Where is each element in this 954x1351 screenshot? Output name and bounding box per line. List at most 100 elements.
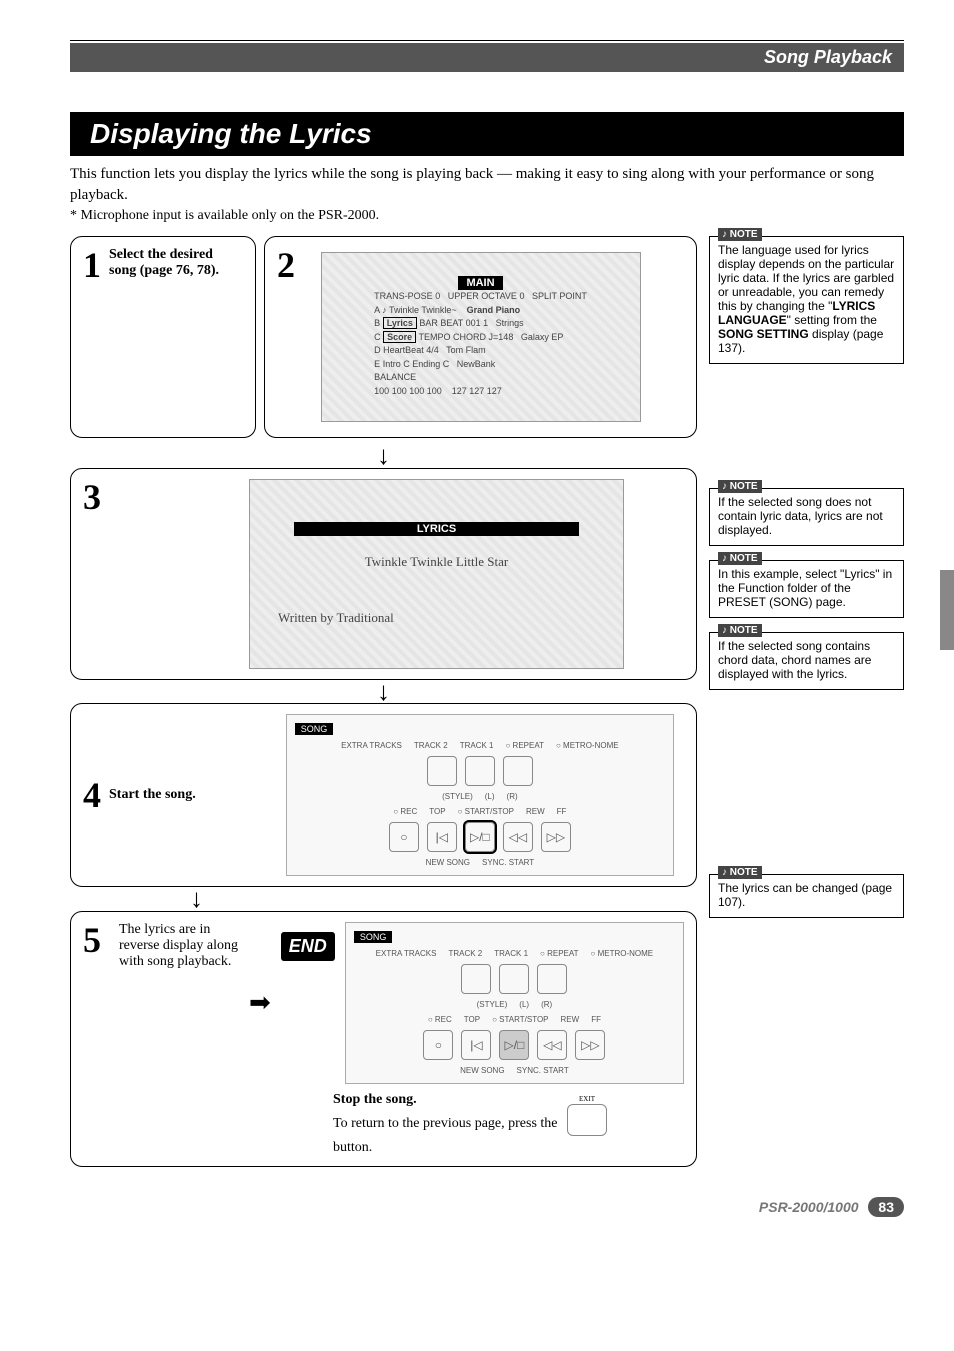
lbl-sync: SYNC. START <box>517 1066 569 1075</box>
lbl-sync: SYNC. START <box>482 858 534 867</box>
note-label: NOTE <box>718 228 762 241</box>
lbl-track1: TRACK 1 <box>460 741 494 750</box>
note-1-text: The language used for lyrics display dep… <box>718 243 894 355</box>
note-label: NOTE <box>718 480 762 493</box>
row-layer: Strings <box>496 318 524 328</box>
step-2: 2 MAIN TRANS-POSE 0 UPPER OCTAVE 0 SPLIT… <box>264 236 697 438</box>
row-lyrics: Lyrics <box>383 317 417 329</box>
lbl-rec: REC <box>400 807 417 816</box>
lbl-extra: EXTRA TRACKS <box>341 741 402 750</box>
top-rule <box>70 40 904 41</box>
mic-note: * Microphone input is available only on … <box>70 208 904 224</box>
song-panel-4: SONG EXTRA TRACKS TRACK 2 TRACK 1 ○ REPE… <box>286 714 674 876</box>
note-2-text: If the selected song does not contain ly… <box>718 495 883 537</box>
song-panel-title: SONG <box>354 931 393 943</box>
note-label: NOTE <box>718 866 762 879</box>
lbl-tempo: TEMPO CHORD <box>419 332 487 342</box>
lbl-transpose: TRANS-POSE <box>374 291 433 301</box>
end-badge: END <box>281 932 335 961</box>
note-5-text: The lyrics can be changed (page 107). <box>718 881 892 909</box>
note-3-text: In this example, select "Lyrics" in the … <box>718 567 892 609</box>
lbl-barbeat: BAR BEAT <box>419 318 463 328</box>
lbl-style: (STYLE) <box>442 792 473 801</box>
note-label: NOTE <box>718 624 762 637</box>
val-bal-right: 127 127 127 <box>452 386 502 396</box>
val-sig2: 4/4 <box>426 345 439 355</box>
lbl-metro: METRO-NOME <box>598 949 654 958</box>
lbl-repeat: REPEAT <box>513 741 544 750</box>
step-4-number: 4 <box>83 777 101 813</box>
note-4-text: If the selected song contains chord data… <box>718 639 871 681</box>
row-style: HeartBeat <box>383 345 424 355</box>
lbl-extra: EXTRA TRACKS <box>376 949 437 958</box>
lbl-style: (STYLE) <box>477 1000 508 1009</box>
step-4-text: Start the song. <box>109 787 196 803</box>
arrow-down-icon: ↓ <box>70 684 697 700</box>
lbl-ff: FF <box>591 1015 601 1024</box>
arrow-down-icon: ↓ <box>70 448 697 464</box>
lbl-rew: REW <box>561 1015 580 1024</box>
stop-song-text: Stop the song. To return to the previous… <box>83 1084 684 1156</box>
note-4: NOTE If the selected song contains chord… <box>709 632 904 690</box>
arrow-right-icon: ➡ <box>249 988 271 1018</box>
intro-text: This function lets you display the lyric… <box>70 164 904 206</box>
lbl-ff: FF <box>557 807 567 816</box>
lyrics-screen: LYRICS Twinkle Twinkle Little Star Writt… <box>249 479 624 669</box>
lbl-r: (R) <box>507 792 518 801</box>
footer: PSR-2000/1000 83 <box>70 1197 904 1217</box>
val-bal-left: 100 100 100 100 <box>374 386 442 396</box>
lbl-r: (R) <box>541 1000 552 1009</box>
lbl-top: TOP <box>464 1015 480 1024</box>
lbl-newsong: NEW SONG <box>460 1066 504 1075</box>
lbl-track1: TRACK 1 <box>494 949 528 958</box>
song-panel-5: SONG EXTRA TRACKS TRACK 2 TRACK 1 ○ REPE… <box>345 922 684 1084</box>
lbl-octave: UPPER OCTAVE <box>448 291 517 301</box>
row-voice-main: Grand Piano <box>467 305 521 315</box>
page-number: 83 <box>868 1197 904 1217</box>
lbl-startstop: START/STOP <box>465 807 514 816</box>
row-regbank: NewBank <box>457 359 496 369</box>
lbl-rec: REC <box>435 1015 452 1024</box>
note-2: NOTE If the selected song does not conta… <box>709 488 904 546</box>
step-1-number: 1 <box>83 247 101 283</box>
stop-rest2: button. <box>333 1140 372 1155</box>
main-screen-title: MAIN <box>458 276 502 290</box>
lbl-top: TOP <box>429 807 445 816</box>
step-3: 3 LYRICS Twinkle Twinkle Little Star Wri… <box>70 468 697 680</box>
step-2-number: 2 <box>277 247 295 283</box>
note-5: NOTE The lyrics can be changed (page 107… <box>709 874 904 918</box>
arrow-down-icon: ↓ <box>70 891 697 907</box>
section-header: Song Playback <box>70 43 904 72</box>
stop-bold: Stop the song. <box>333 1092 417 1107</box>
lbl-l: (L) <box>519 1000 529 1009</box>
lyrics-line-2: Written by Traditional <box>278 610 394 626</box>
page-title: Displaying the Lyrics <box>70 112 904 156</box>
lbl-split: SPLIT POINT <box>532 291 587 301</box>
lbl-balance: BALANCE <box>374 372 416 382</box>
row-multipad: Tom Flam <box>446 345 486 355</box>
step-3-number: 3 <box>83 479 101 515</box>
exit-button-icon <box>567 1104 607 1136</box>
lbl-l: (L) <box>485 792 495 801</box>
val-octave: 0 <box>519 291 524 301</box>
lbl-rew: REW <box>526 807 545 816</box>
song-panel-title: SONG <box>295 723 334 735</box>
main-screen: MAIN TRANS-POSE 0 UPPER OCTAVE 0 SPLIT P… <box>321 252 641 422</box>
stop-rest: To return to the previous page, press th… <box>333 1116 558 1131</box>
step-5-text: The lyrics are in reverse display along … <box>119 922 239 1084</box>
row-score: Score <box>383 331 416 343</box>
lyrics-screen-title: LYRICS <box>294 522 580 536</box>
lbl-track2: TRACK 2 <box>414 741 448 750</box>
step-1: 1 Select the desired song (page 76, 78). <box>70 236 256 438</box>
lbl-track2: TRACK 2 <box>448 949 482 958</box>
lbl-repeat: REPEAT <box>547 949 578 958</box>
step-4: 4 Start the song. SONG EXTRA TRACKS TRAC… <box>70 703 697 887</box>
step-5: 5 The lyrics are in reverse display alon… <box>70 911 697 1167</box>
val-tempo2: J=148 <box>489 332 514 342</box>
lyrics-line-1: Twinkle Twinkle Little Star <box>365 554 508 570</box>
row-intro: Intro C Ending C <box>383 359 450 369</box>
note-1: NOTE The language used for lyrics displa… <box>709 236 904 364</box>
lbl-metro: METRO-NOME <box>563 741 619 750</box>
step-1-text: Select the desired song (page 76, 78). <box>109 247 243 279</box>
note-label: NOTE <box>718 552 762 565</box>
